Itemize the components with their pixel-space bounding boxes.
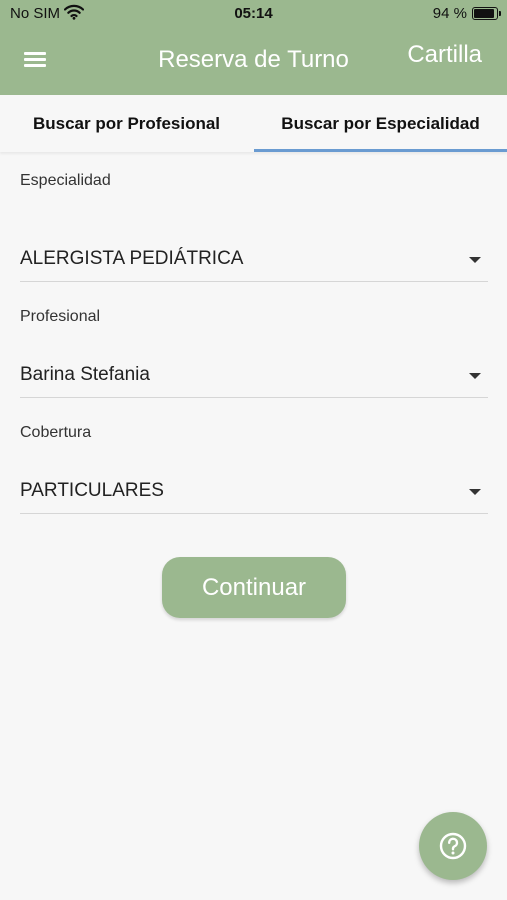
dropdown-caret-icon: [469, 257, 481, 263]
especialidad-value: ALERGISTA PEDIÁTRICA: [20, 248, 244, 269]
dropdown-caret-icon: [469, 373, 481, 379]
status-bar: No SIM 05:14 94 %: [0, 0, 507, 30]
search-tabs: Buscar por Profesional Buscar por Especi…: [0, 95, 507, 152]
clock: 05:14: [234, 5, 273, 22]
battery-icon: [472, 7, 501, 20]
dropdown-caret-icon: [469, 489, 481, 495]
cartilla-button[interactable]: Cartilla: [407, 41, 482, 69]
cobertura-value: PARTICULARES: [20, 480, 164, 501]
active-tab-indicator: [254, 149, 507, 152]
tab-buscar-por-especialidad[interactable]: Buscar por Especialidad: [254, 95, 507, 152]
profesional-value: Barina Stefania: [20, 364, 150, 385]
profesional-label: Profesional: [20, 308, 101, 325]
continue-button[interactable]: Continuar: [162, 557, 346, 618]
especialidad-select[interactable]: ALERGISTA PEDIÁTRICA: [20, 246, 488, 282]
help-question-icon: [439, 832, 467, 860]
cobertura-select[interactable]: PARTICULARES: [20, 478, 488, 514]
tab-buscar-por-profesional[interactable]: Buscar por Profesional: [0, 95, 253, 152]
help-button[interactable]: [419, 812, 487, 880]
app-header: No SIM 05:14 94 % Reserva de Turno Carti…: [0, 0, 507, 95]
cobertura-label: Cobertura: [20, 424, 92, 441]
especialidad-label: Especialidad: [20, 172, 111, 189]
battery-percent: 94 %: [432, 5, 467, 22]
battery-fill: [474, 9, 494, 18]
profesional-select[interactable]: Barina Stefania: [20, 362, 488, 398]
